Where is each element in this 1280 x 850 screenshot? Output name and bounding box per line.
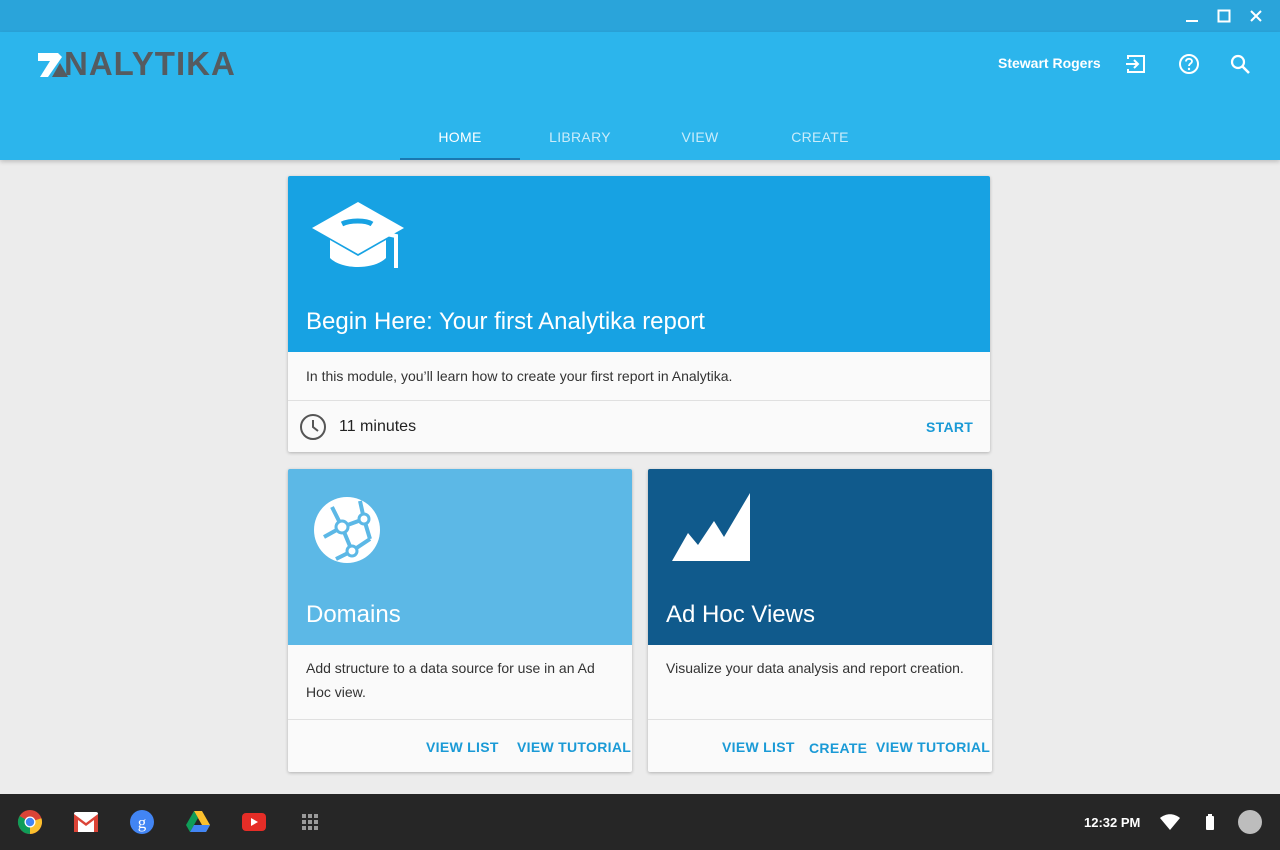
chrome-icon[interactable] — [16, 808, 44, 836]
system-clock[interactable]: 12:32 PM — [1084, 815, 1140, 830]
logo-text: NALYTIKA — [64, 45, 236, 82]
domains-view-tutorial-button[interactable]: VIEW TUTORIAL — [517, 739, 631, 755]
card-divider — [648, 719, 992, 720]
app-launcher-icon[interactable] — [296, 808, 324, 836]
wifi-icon[interactable] — [1156, 808, 1184, 836]
card-divider — [288, 400, 990, 401]
user-name[interactable]: Stewart Rogers — [998, 55, 1101, 71]
battery-icon[interactable] — [1196, 808, 1224, 836]
os-shelf: g 12:32 PM — [0, 794, 1280, 850]
featured-card-description: In this module, you’ll learn how to crea… — [306, 368, 733, 384]
adhoc-views-card: Ad Hoc Views Visualize your data analysi… — [648, 469, 992, 772]
tab-home[interactable]: HOME — [400, 114, 520, 160]
tab-library[interactable]: LIBRARY — [520, 114, 640, 160]
card-divider — [288, 719, 632, 720]
adhoc-card-description: Visualize your data analysis and report … — [666, 660, 964, 676]
google-search-icon[interactable]: g — [128, 808, 156, 836]
window-titlebar — [0, 0, 1280, 32]
maximize-icon[interactable] — [1214, 6, 1234, 26]
adhoc-card-title: Ad Hoc Views — [666, 601, 815, 628]
app-header: NALYTIKA Stewart Rogers HOME LIBRARY VIE… — [0, 32, 1280, 160]
user-avatar[interactable] — [1236, 808, 1264, 836]
clock-icon — [300, 414, 326, 440]
graduation-cap-icon — [312, 202, 404, 268]
help-icon[interactable] — [1177, 52, 1201, 76]
adhoc-view-list-button[interactable]: VIEW LIST — [722, 739, 795, 755]
featured-card-title: Begin Here: Your first Analytika report — [306, 308, 705, 335]
domains-view-list-button[interactable]: VIEW LIST — [426, 739, 499, 755]
adhoc-card-hero: Ad Hoc Views — [648, 469, 992, 645]
duration-label: 11 minutes — [339, 418, 417, 435]
tab-create[interactable]: CREATE — [760, 114, 880, 160]
tab-view[interactable]: VIEW — [640, 114, 760, 160]
domains-card-title: Domains — [306, 601, 401, 628]
analytika-logo[interactable]: NALYTIKA — [36, 45, 236, 82]
gmail-icon[interactable] — [72, 808, 100, 836]
close-icon[interactable] — [1246, 6, 1266, 26]
minimize-icon[interactable] — [1182, 6, 1202, 26]
youtube-icon[interactable] — [240, 808, 268, 836]
search-icon[interactable] — [1228, 52, 1252, 76]
featured-card-hero: Begin Here: Your first Analytika report — [288, 176, 990, 352]
adhoc-create-button[interactable]: CREATE — [809, 740, 867, 756]
google-drive-icon[interactable] — [184, 808, 212, 836]
adhoc-view-tutorial-button[interactable]: VIEW TUTORIAL — [876, 739, 990, 755]
svg-text:g: g — [138, 813, 147, 832]
domains-card: Domains Add structure to a data source f… — [288, 469, 632, 772]
area-chart-icon — [672, 493, 750, 561]
globe-network-icon — [314, 497, 380, 563]
logout-icon[interactable] — [1124, 52, 1148, 76]
start-button[interactable]: START — [926, 419, 973, 435]
domains-card-description: Add structure to a data source for use i… — [306, 660, 595, 700]
featured-tutorial-card: Begin Here: Your first Analytika report … — [288, 176, 990, 452]
domains-card-hero: Domains — [288, 469, 632, 645]
main-tabs: HOME LIBRARY VIEW CREATE — [400, 114, 880, 160]
